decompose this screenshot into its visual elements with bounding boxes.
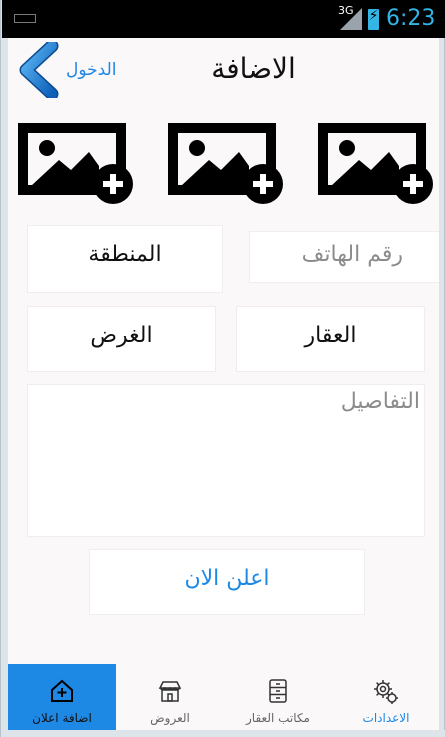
- nav-add-ad-label: اضافة اعلان: [32, 711, 92, 725]
- region-selector[interactable]: المنطقة: [28, 226, 222, 292]
- nav-offices[interactable]: مكاتب العقار: [224, 664, 332, 730]
- device-bottom-edge: [1, 730, 445, 737]
- nav-add-ad[interactable]: اضافة اعلان: [8, 664, 116, 730]
- network-type: 3G: [338, 4, 354, 17]
- details-textarea[interactable]: التفاصيل: [28, 385, 424, 536]
- store-icon: [158, 681, 182, 702]
- property-type-selector[interactable]: العقار: [237, 307, 424, 371]
- property-label: العقار: [304, 323, 357, 348]
- app-screen: الدخول الاضافة رقم الهاتف المنطقة العقار…: [8, 38, 439, 730]
- nav-offices-label: مكاتب العقار: [246, 711, 310, 725]
- purpose-label: الغرض: [90, 323, 153, 348]
- nav-settings[interactable]: الاعدادات: [332, 664, 439, 730]
- nav-offers[interactable]: العروض: [116, 664, 224, 730]
- charging-icon: ⚡: [368, 8, 379, 24]
- submit-ad-button[interactable]: اعلن الان: [90, 550, 364, 614]
- page-title: الاضافة: [211, 52, 296, 85]
- details-placeholder: التفاصيل: [340, 389, 420, 414]
- purpose-selector[interactable]: الغرض: [28, 307, 215, 371]
- gears-icon: [374, 680, 398, 704]
- region-label: المنطقة: [88, 242, 162, 267]
- bottom-nav: اضافة اعلان العروض مكاتب العقار الاعدادا…: [8, 664, 439, 730]
- nav-offers-label: العروض: [150, 711, 190, 725]
- submit-label: اعلن الان: [184, 566, 270, 591]
- keyboard-icon: [14, 14, 36, 23]
- nav-settings-label: الاعدادات: [362, 711, 410, 725]
- device-frame: 3G ⚡ 6:23 الدخول الاضافة رقم الهاتف المن…: [0, 0, 445, 737]
- add-image-icon[interactable]: [17, 122, 137, 208]
- phone-input[interactable]: رقم الهاتف: [250, 232, 439, 282]
- phone-placeholder: رقم الهاتف: [301, 242, 403, 267]
- status-bar: 3G ⚡ 6:23: [2, 0, 445, 38]
- status-clock: 6:23: [386, 6, 436, 31]
- home-plus-icon: [51, 679, 73, 702]
- cabinet-icon: [269, 679, 287, 703]
- add-image-icon[interactable]: [167, 122, 287, 208]
- add-image-icon[interactable]: [317, 122, 437, 208]
